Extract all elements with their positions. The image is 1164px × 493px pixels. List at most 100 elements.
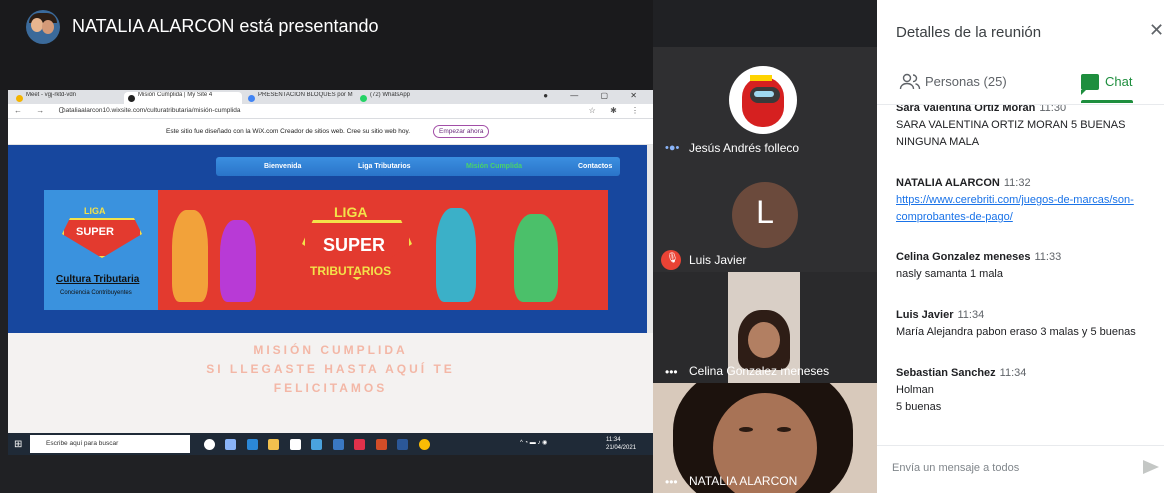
message-link[interactable]: comprobantes-de-pago/	[896, 209, 1158, 226]
hero-figure-3	[436, 208, 476, 302]
tile-nameplate: ••• Celina Gonzalez meneses	[653, 359, 877, 383]
people-icon	[899, 73, 921, 90]
chat-message: Sebastian Sanchez 11:34 Holman 5 buenas	[896, 366, 1158, 416]
participant-tile-jesus[interactable]: •●• Jesús Andrés folleco	[653, 47, 877, 160]
site-nav-mision: Misión Cumplida	[466, 163, 522, 170]
active-tab-indicator	[1081, 100, 1133, 103]
site-nav: Bienvenida Liga Tributarios Misión Cumpl…	[216, 157, 620, 176]
powerpoint-icon	[375, 439, 387, 450]
tab-chat[interactable]: Chat	[1081, 72, 1141, 103]
close-icon[interactable]: ✕	[1149, 20, 1164, 41]
message-time: 11:33	[1034, 251, 1062, 263]
among-us-avatar-icon	[729, 66, 797, 134]
tile-nameplate: 🎙 Luis Javier	[653, 248, 877, 272]
message-text: 5 buenas	[896, 401, 942, 413]
participant-tile-celina[interactable]: ••• Celina Gonzalez meneses	[653, 272, 877, 383]
cultura-tributaria-text: Cultura Tributaria	[56, 274, 140, 285]
tile-nameplate: ••• NATALIA ALARCON	[653, 469, 877, 493]
speaking-indicator-icon: •●•	[665, 142, 680, 154]
presenter-avatar	[26, 10, 60, 44]
more-options-icon: •••	[665, 365, 678, 379]
message-text: nasly samanta 1 mala	[896, 268, 1003, 280]
browser-tab-mision: Misión Cumplida | My Site 4	[124, 92, 242, 104]
presenter-bar: NATALIA ALARCON está presentando	[0, 0, 653, 90]
participant-tile-natalia[interactable]: ••• NATALIA ALARCON	[653, 383, 877, 493]
message-time: 11:30	[1039, 105, 1067, 114]
tile-nameplate: •●• Jesús Andrés folleco	[653, 136, 877, 160]
message-text: SARA VALENTINA ORTIZ MORAN 5 BUENAS	[896, 119, 1126, 131]
chat-icon	[1081, 74, 1099, 95]
presenter-title: NATALIA ALARCON está presentando	[72, 16, 379, 36]
store-icon	[289, 439, 301, 450]
panel-title: Detalles de la reunión	[896, 24, 1042, 41]
message-sender: NATALIA ALARCON	[896, 177, 1000, 189]
wix-banner: Este sitio fue diseñado con la WiX.com C…	[8, 119, 653, 145]
browser-toolbar-icons: ☆ ✱ ⋮	[588, 106, 645, 115]
l-app-icon	[332, 439, 344, 450]
browser-tab-meet: Meet - vgj-rktd-vdn	[12, 92, 122, 104]
meeting-details-panel: Detalles de la reunión ✕ Personas (25) C…	[877, 0, 1164, 493]
wix-icon	[128, 95, 135, 102]
message-text: NINGUNA MALA	[896, 136, 980, 148]
mision-line-1: MISIÓN CUMPLIDA	[253, 343, 408, 357]
cortana-icon	[204, 439, 215, 450]
address-url: nataliaalarcon10.wixsite.com/culturatrib…	[62, 107, 241, 114]
message-sender: Sebastian Sanchez	[896, 367, 996, 379]
chat-message-input[interactable]	[892, 460, 1122, 476]
window-controls: ● — ▢ ✕	[543, 91, 647, 100]
wix-banner-text: Este sitio fue diseñado con la WiX.com C…	[166, 128, 411, 135]
site-nav-liga: Liga Tributarios	[358, 163, 411, 170]
word-icon	[397, 439, 409, 450]
doc-icon	[248, 95, 255, 102]
hero-figure-2	[220, 220, 256, 302]
mic-off-icon: 🎙	[661, 250, 681, 270]
liga-small-text: LIGA	[84, 206, 106, 216]
tab-chat-label: Chat	[1105, 74, 1133, 89]
send-icon[interactable]	[1143, 460, 1159, 474]
hero-figure-1	[172, 210, 208, 302]
shared-screen: Meet - vgj-rktd-vdn Misión Cumplida | My…	[8, 90, 653, 455]
participant-name: Luis Javier	[689, 253, 747, 267]
browser-tab-whatsapp: (72) WhatsApp	[356, 92, 466, 104]
hero-figure-4	[514, 214, 558, 302]
conciencia-text: Conciencia Contribuyentes	[60, 290, 132, 296]
windows-taskbar: ⊞ Escribe aquí para buscar ^ ◔ ▬ ♪ ◉ 11:…	[8, 433, 653, 455]
participant-tile-luis[interactable]: L 🎙 Luis Javier	[653, 160, 877, 272]
participant-name: NATALIA ALARCON	[689, 474, 798, 488]
browser-tab-presentacion: PRESENTACIÓN BLOQUES por M	[244, 92, 354, 104]
message-link[interactable]: https://www.cerebriti.com/juegos-de-marc…	[896, 192, 1158, 209]
participant-name: Celina Gonzalez meneses	[689, 364, 830, 378]
meeting-stage: NATALIA ALARCON está presentando Meet - …	[0, 0, 877, 493]
mision-section: MISIÓN CUMPLIDA SI LLEGASTE HASTA AQUÍ T…	[8, 333, 653, 433]
message-time: 11:34	[957, 309, 985, 321]
chat-message: Celina Gonzalez meneses 11:33 nasly saman…	[896, 250, 1158, 283]
site-nav-bienvenida: Bienvenida	[264, 163, 302, 170]
site-nav-contactos: Contactos	[578, 163, 613, 170]
taskbar-search: Escribe aquí para buscar	[30, 435, 190, 453]
windows-start-icon: ⊞	[14, 439, 23, 450]
wix-start-button: Empezar ahora	[433, 125, 490, 138]
participant-name: Jesús Andrés folleco	[689, 141, 800, 155]
red-app-icon	[354, 439, 366, 450]
message-sender: Celina Gonzalez meneses	[896, 251, 1031, 263]
address-bar: ← → C nataliaalarcon10.wixsite.com/cultu…	[8, 104, 653, 119]
liga-big-text: LIGA	[334, 204, 368, 220]
chat-messages[interactable]: Sara Valentina Ortiz Moran 11:30 SARA VAL…	[877, 105, 1164, 445]
mision-line-2: SI LLEGASTE HASTA AQUÍ TE	[206, 362, 455, 376]
browser-tab-strip: Meet - vgj-rktd-vdn Misión Cumplida | My…	[8, 90, 653, 104]
edge-icon	[246, 439, 258, 450]
site-banner: LIGA SUPER Cultura Tributaria Conciencia…	[44, 190, 608, 310]
chat-message: NATALIA ALARCON 11:32 https://www.cerebri…	[896, 176, 1158, 226]
taskbar-app-icons	[204, 437, 436, 451]
more-options-icon: •••	[665, 475, 678, 489]
avatar: L	[732, 182, 798, 248]
mail-icon	[311, 439, 323, 450]
chat-message: Luis Javier 11:34 María Alejandra pabon e…	[896, 308, 1158, 341]
tab-people-label: Personas (25)	[925, 74, 1007, 89]
whatsapp-icon	[360, 95, 367, 102]
meet-icon	[16, 95, 23, 102]
message-sender: Luis Javier	[896, 309, 954, 321]
super-logo-small: SUPER	[62, 218, 142, 258]
message-sender: Sara Valentina Ortiz Moran	[896, 105, 1036, 114]
message-text: Holman	[896, 384, 934, 396]
